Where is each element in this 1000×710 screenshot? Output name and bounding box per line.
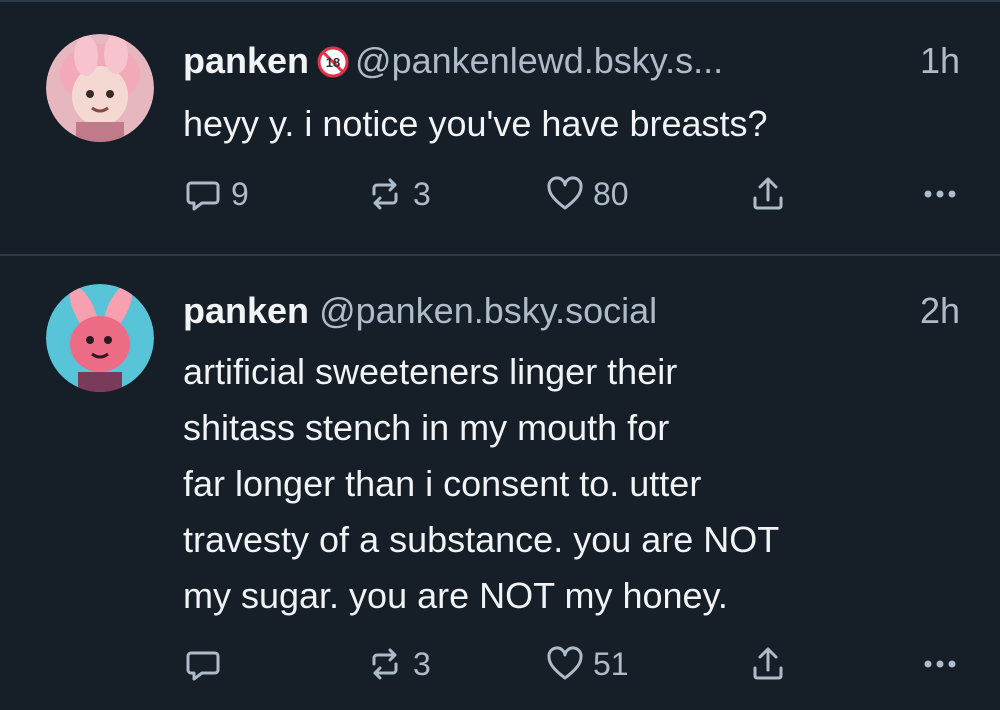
share-icon [753, 647, 783, 680]
post-text-line: shitass stench in my mouth for [183, 407, 670, 448]
handle[interactable]: @panken.bsky.social [319, 290, 657, 331]
reply-count: 9 [231, 175, 249, 212]
repost-count: 3 [413, 645, 431, 682]
display-name[interactable]: panken [183, 290, 309, 331]
repost-button[interactable]: 3 [365, 644, 431, 684]
post-text-line: heyy y. i notice you've have breasts? [183, 103, 768, 144]
svg-text:18: 18 [326, 55, 340, 70]
post-header: panken @panken.bsky.social 2h [183, 286, 960, 336]
like-count: 80 [593, 175, 629, 212]
post-time[interactable]: 1h [920, 36, 960, 86]
like-button[interactable]: 51 [545, 644, 629, 684]
post-header: panken 18 @pankenlewd.bsky.s... 1h [183, 36, 960, 86]
post-text-line: my sugar. you are NOT my honey. [183, 575, 728, 616]
share-button[interactable] [748, 644, 788, 684]
post-text-line: travesty of a substance. you are NOT [183, 519, 780, 560]
share-icon [753, 177, 783, 210]
repost-icon [372, 178, 398, 210]
post-text-line: artificial sweeteners linger their [183, 351, 678, 392]
repost-icon [372, 648, 398, 680]
reply-button[interactable] [183, 644, 223, 684]
post-item[interactable]: panken @panken.bsky.social 2h artificial… [0, 256, 1000, 710]
display-name[interactable]: panken [183, 40, 309, 81]
more-options-button[interactable] [920, 644, 960, 684]
reply-bubble-icon [186, 181, 220, 211]
more-options-button[interactable] [920, 174, 960, 214]
post-text: heyy y. i notice you've have breasts? [183, 96, 973, 152]
post-text: artificial sweeteners linger their shita… [183, 344, 973, 624]
18-plus-badge-icon: 18 [317, 41, 349, 78]
more-dots-icon [924, 660, 956, 668]
post-actions: 9 3 80 [183, 174, 960, 214]
handle[interactable]: @pankenlewd.bsky.s... [355, 40, 723, 81]
heart-icon [547, 646, 583, 680]
post-item[interactable]: panken 18 @pankenlewd.bsky.s... 1h heyy y.… [0, 2, 1000, 254]
like-button[interactable]: 80 [545, 174, 629, 214]
share-button[interactable] [748, 174, 788, 214]
heart-icon [547, 176, 583, 210]
post-time[interactable]: 2h [920, 286, 960, 336]
reply-button[interactable]: 9 [183, 174, 249, 214]
repost-count: 3 [413, 175, 431, 212]
reply-bubble-icon [186, 651, 220, 681]
avatar[interactable] [46, 34, 154, 142]
like-count: 51 [593, 645, 629, 682]
post-text-line: far longer than i consent to. utter [183, 463, 702, 504]
post-feed: panken 18 @pankenlewd.bsky.s... 1h heyy y.… [0, 0, 1000, 710]
post-actions: 3 51 [183, 644, 960, 684]
more-dots-icon [924, 190, 956, 198]
repost-button[interactable]: 3 [365, 174, 431, 214]
avatar[interactable] [46, 284, 154, 392]
